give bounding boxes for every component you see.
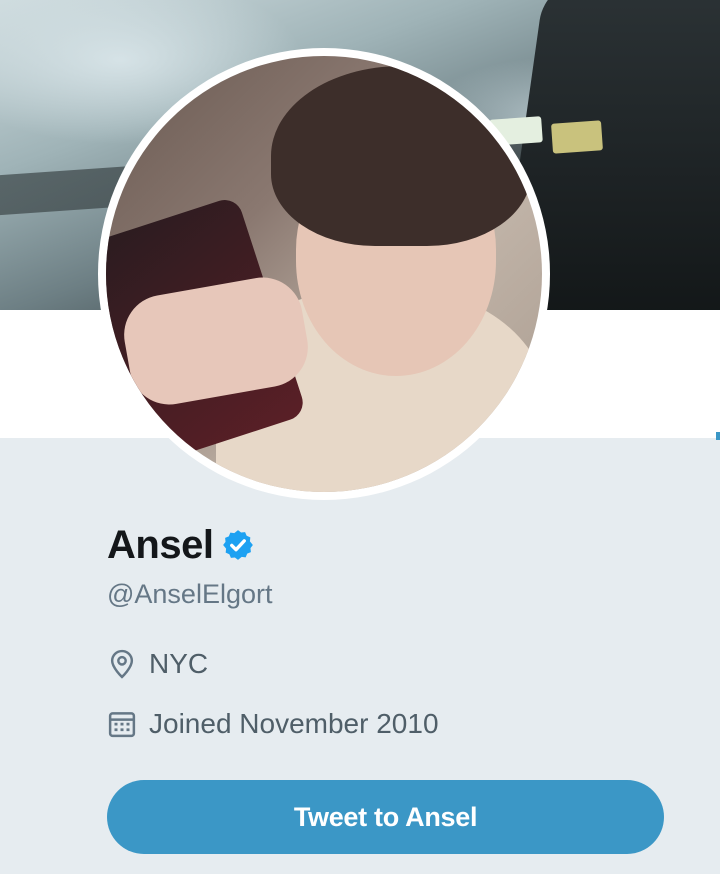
calendar-icon [108,712,136,738]
profile-location-text: NYC [149,648,209,679]
profile-join-date: Joined November 2010 [107,708,439,740]
profile-join-text: Joined November 2010 [149,708,439,739]
banner-sticker [551,120,603,154]
edge-accent [716,432,720,440]
profile-avatar[interactable] [106,56,542,492]
profile-location: NYC [107,648,208,680]
profile-display-name[interactable]: Ansel [107,523,214,568]
profile-handle[interactable]: @AnselElgort [107,579,272,610]
location-pin-icon [110,649,134,679]
verified-badge-icon [223,530,254,560]
tweet-to-button[interactable]: Tweet to Ansel [107,780,664,854]
profile-name-row: Ansel [107,518,255,572]
avatar-hair [271,66,531,246]
